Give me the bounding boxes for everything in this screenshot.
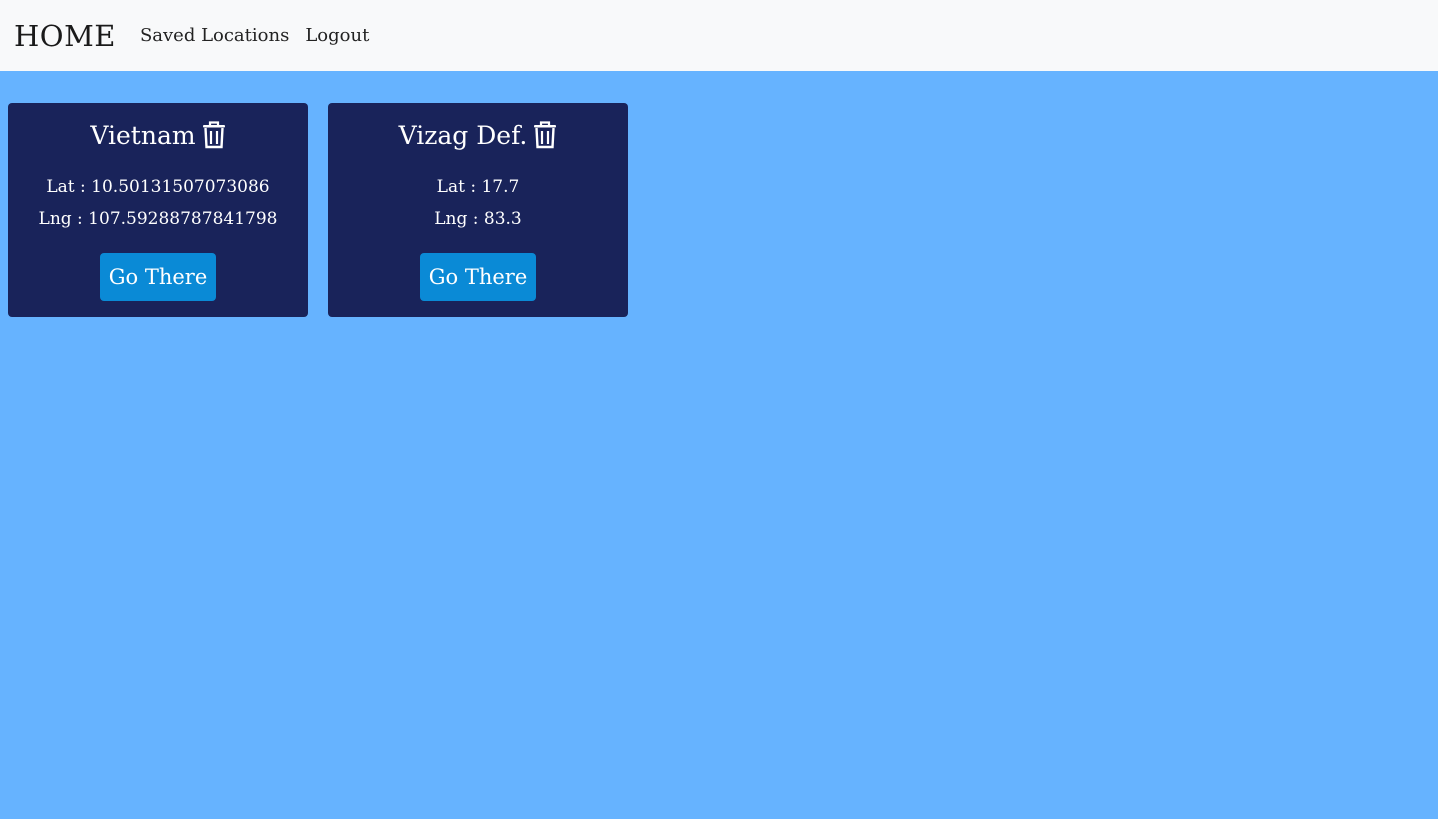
location-card: Vietnam Lat : 10.50131507073086 Lng : 10… [8, 103, 308, 317]
latitude-text: Lat : 17.7 [436, 177, 520, 197]
location-name: Vizag Def. [398, 120, 528, 150]
location-title: Vizag Def. [399, 119, 558, 151]
longitude-text: Lng : 107.59288787841798 [38, 209, 278, 229]
location-card: Vizag Def. Lat : 17.7 Lng : 83.3 Go Ther… [328, 103, 628, 317]
go-there-button[interactable]: Go There [99, 253, 217, 301]
saved-locations-list: Vietnam Lat : 10.50131507073086 Lng : 10… [8, 103, 648, 317]
home-link[interactable]: HOME [14, 19, 116, 53]
saved-locations-link[interactable]: Saved Locations [140, 25, 289, 46]
trash-icon[interactable] [533, 121, 557, 149]
location-title: Vietnam [90, 119, 225, 151]
longitude-text: Lng : 83.3 [434, 209, 522, 229]
navbar: HOME Saved Locations Logout [0, 0, 1438, 71]
coordinates: Lat : 10.50131507073086 Lng : 107.592887… [39, 171, 278, 235]
location-name: Vietnam [90, 120, 196, 150]
go-there-button[interactable]: Go There [419, 253, 537, 301]
coordinates: Lat : 17.7 Lng : 83.3 [434, 171, 522, 235]
trash-icon[interactable] [202, 121, 226, 149]
latitude-text: Lat : 10.50131507073086 [46, 177, 270, 197]
logout-link[interactable]: Logout [305, 25, 369, 46]
